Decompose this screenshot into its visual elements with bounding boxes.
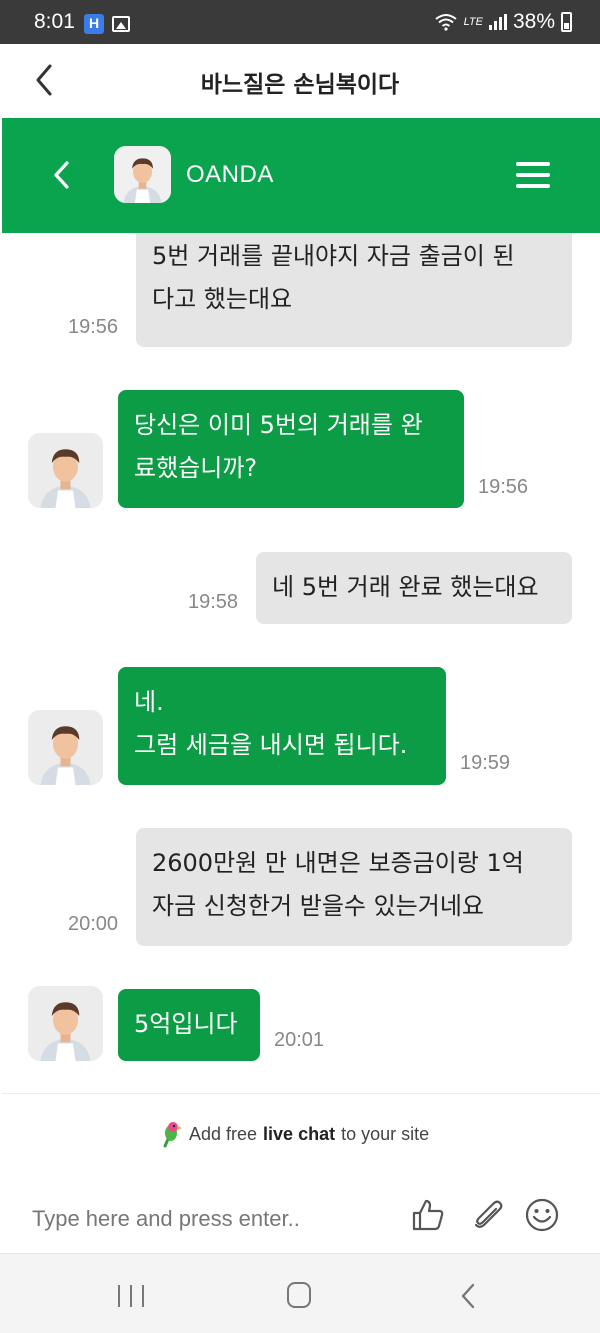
person-avatar-icon bbox=[28, 710, 103, 785]
parrot-logo-icon bbox=[163, 1122, 182, 1148]
message-input[interactable] bbox=[32, 1201, 372, 1237]
page-title: 바느질은 손님복이다 bbox=[200, 72, 400, 98]
message-bubble-incoming: 네. 그럼 세금을 내시면 됩니다. bbox=[118, 667, 446, 785]
gallery-notification-icon bbox=[112, 16, 130, 32]
recent-apps-icon bbox=[130, 1285, 132, 1307]
message-time: 19:58 bbox=[188, 591, 239, 613]
agent-message-avatar bbox=[28, 433, 103, 508]
agent-name: OANDA bbox=[186, 161, 274, 188]
chevron-left-icon bbox=[461, 1283, 475, 1309]
thumbs-up-button[interactable] bbox=[410, 1197, 446, 1233]
recent-apps-icon bbox=[142, 1285, 144, 1307]
promo-text-prefix: Add free bbox=[189, 1123, 258, 1144]
chat-back-button[interactable] bbox=[48, 158, 74, 192]
agent-message-avatar bbox=[28, 986, 103, 1061]
message-line: 그럼 세금을 내시면 됩니다. bbox=[134, 731, 408, 759]
browser-header: 바느질은 손님복이다 bbox=[0, 44, 600, 118]
message-line: 5억입니다 bbox=[134, 1010, 238, 1038]
promo-text-bold: live chat bbox=[263, 1123, 336, 1144]
message-time: 20:00 bbox=[68, 913, 119, 935]
signal-icon bbox=[488, 14, 507, 30]
message-line: 5번 거래를 끝내야지 자금 출금이 된 bbox=[152, 242, 515, 270]
promo-banner[interactable]: Add free live chat to your site bbox=[2, 1093, 600, 1173]
promo-link[interactable]: Add free live chat to your site bbox=[157, 1120, 429, 1148]
battery-icon bbox=[561, 12, 572, 32]
recent-apps-button[interactable] bbox=[118, 1285, 144, 1307]
message-line: 다고 했는대요 bbox=[152, 285, 293, 313]
message-line: 네. bbox=[134, 688, 164, 716]
message-time: 19:56 bbox=[68, 316, 119, 338]
recent-apps-icon bbox=[118, 1285, 120, 1307]
promo-text-suffix: to your site bbox=[341, 1123, 430, 1144]
menu-icon-line bbox=[516, 184, 550, 188]
person-avatar-icon bbox=[28, 433, 103, 508]
message-line: 당신은 이미 5번의 거래를 완 bbox=[134, 411, 423, 439]
message-line: 네 5번 거래 완료 했는대요 bbox=[272, 573, 539, 601]
chevron-left-icon bbox=[54, 161, 69, 189]
message-time: 19:56 bbox=[478, 476, 529, 498]
message-bubble-incoming: 당신은 이미 5번의 거래를 완 료했습니까? bbox=[118, 390, 464, 508]
status-bar: 8:01 LTE 38% bbox=[0, 0, 600, 44]
agent-avatar bbox=[114, 146, 171, 203]
message-list[interactable]: 5번 거래를 끝내야지 자금 출금이 된 다고 했는대요 19:56 당신은 이… bbox=[2, 233, 600, 1093]
message-bubble-outgoing: 2600만원 만 내면은 보증금이랑 1억 자금 신청한거 받을수 있는거네요 bbox=[136, 828, 572, 946]
status-time: 8:01 bbox=[34, 10, 75, 33]
paperclip-icon bbox=[474, 1200, 503, 1228]
message-input-bar bbox=[2, 1173, 600, 1253]
message-time: 19:59 bbox=[460, 752, 511, 774]
message-line: 2600만원 만 내면은 보증금이랑 1억 bbox=[152, 849, 524, 877]
emoji-button[interactable] bbox=[524, 1197, 560, 1233]
agent-message-avatar bbox=[28, 710, 103, 785]
menu-icon-line bbox=[516, 173, 550, 177]
network-type: LTE bbox=[463, 16, 483, 28]
thumbs-up-icon bbox=[412, 1199, 444, 1231]
attach-button[interactable] bbox=[470, 1197, 506, 1233]
message-bubble-outgoing: 5번 거래를 끝내야지 자금 출금이 된 다고 했는대요 bbox=[136, 233, 572, 347]
home-button[interactable] bbox=[287, 1282, 311, 1308]
menu-icon-line bbox=[516, 162, 550, 166]
person-avatar-icon bbox=[114, 146, 171, 203]
chat-header: OANDA bbox=[2, 118, 600, 233]
message-bubble-outgoing: 네 5번 거래 완료 했는대요 bbox=[256, 552, 572, 624]
smiley-icon bbox=[525, 1198, 559, 1232]
person-avatar-icon bbox=[28, 986, 103, 1061]
battery-percent: 38% bbox=[512, 10, 555, 33]
message-line: 자금 신청한거 받을수 있는거네요 bbox=[152, 892, 485, 920]
message-time: 20:01 bbox=[274, 1029, 325, 1051]
system-back-button[interactable] bbox=[458, 1282, 478, 1310]
wifi-icon bbox=[434, 14, 457, 31]
status-indicators: LTE 38% bbox=[434, 10, 572, 34]
message-line: 료했습니까? bbox=[134, 454, 258, 482]
message-bubble-incoming: 5억입니다 bbox=[118, 989, 260, 1061]
app-notification-icon bbox=[84, 14, 104, 34]
system-nav-bar bbox=[0, 1253, 600, 1333]
chat-menu-button[interactable] bbox=[516, 162, 550, 188]
